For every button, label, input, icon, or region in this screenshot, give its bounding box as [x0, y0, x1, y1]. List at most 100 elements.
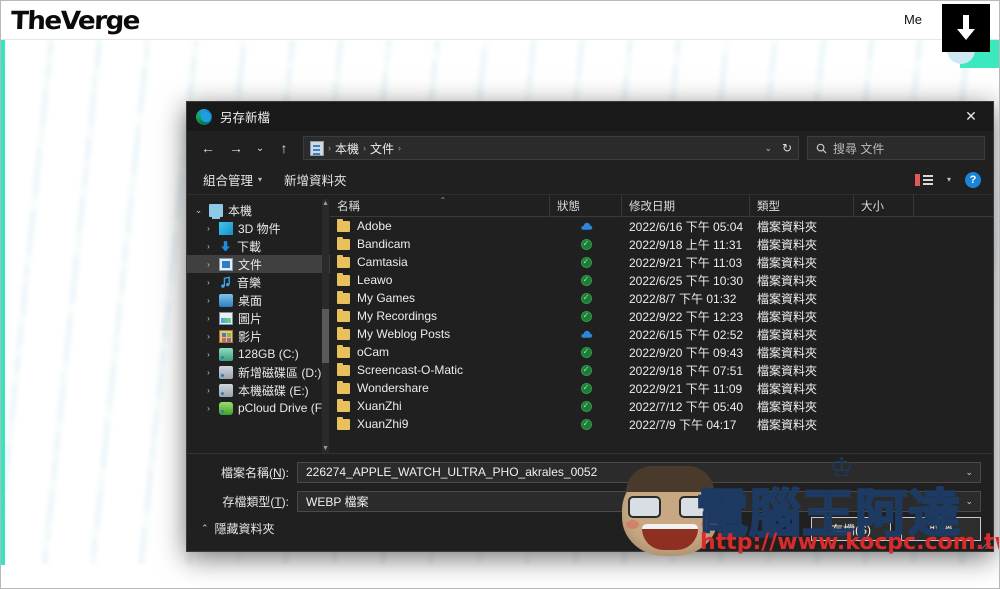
chevron-right-icon[interactable]: › — [203, 332, 214, 341]
filename-field[interactable]: 226274_APPLE_WATCH_ULTRA_PHO_akrales_005… — [297, 461, 981, 483]
scroll-down-icon[interactable]: ▼ — [322, 444, 329, 453]
sidebar-item-label: pCloud Drive (F — [238, 401, 323, 415]
pictures-icon — [219, 311, 233, 325]
column-header-state[interactable]: 狀態 — [550, 194, 622, 217]
verge-logo[interactable]: TheVerge — [10, 6, 139, 35]
table-row[interactable]: Wondershare ✓ 2022/9/21 下午 11:09 檔案資料夾 — [330, 379, 993, 397]
sidebar-item-3[interactable]: › 文件 — [187, 255, 330, 273]
page-bottom-strip — [0, 565, 1000, 589]
sidebar-item-11[interactable]: › pCloud Drive (F — [187, 399, 330, 417]
help-button[interactable]: ? — [965, 171, 981, 188]
chevron-right-icon[interactable]: › — [203, 242, 214, 251]
sync-ok-status-icon: ✓ — [580, 292, 592, 304]
music-icon — [221, 275, 230, 288]
sidebar-item-4[interactable]: › 音樂 — [187, 273, 330, 291]
table-row[interactable]: Adobe 2022/6/16 下午 05:04 檔案資料夾 — [330, 217, 993, 235]
sidebar-item-label: 本機磁碟 (E:) — [238, 383, 309, 398]
file-name: Leawo — [357, 273, 393, 287]
sidebar-item-label: 本機 — [228, 203, 253, 218]
file-state-cell: ✓ — [550, 364, 622, 376]
file-name-cell: XuanZhi — [330, 398, 550, 413]
table-row[interactable]: XuanZhi ✓ 2022/7/12 下午 05:40 檔案資料夾 — [330, 397, 993, 415]
sidebar-item-7[interactable]: › 影片 — [187, 327, 330, 345]
scroll-up-icon[interactable]: ▲ — [322, 199, 329, 208]
column-header-size[interactable]: 大小 — [854, 194, 914, 217]
view-layout-icon[interactable] — [914, 173, 933, 186]
dialog-footer: 檔案名稱(N): 226274_APPLE_WATCH_ULTRA_PHO_ak… — [187, 453, 993, 551]
toolbar-right-group: ▾ ? — [914, 171, 981, 188]
chevron-right-icon[interactable]: › — [203, 350, 214, 359]
hide-folders-toggle[interactable]: ⌃ 隱藏資料夾 — [201, 520, 275, 537]
resize-grip[interactable] — [981, 539, 991, 549]
filetype-select[interactable]: WEBP 檔案 ⌄ — [297, 490, 981, 512]
sidebar-item-9[interactable]: › 新增磁碟區 (D:) — [187, 363, 330, 381]
sidebar-item-1[interactable]: › 3D 物件 — [187, 219, 330, 237]
chevron-down-icon[interactable]: ⌄ — [965, 496, 973, 507]
table-row[interactable]: Screencast-O-Matic ✓ 2022/9/18 下午 07:51 檔案資… — [330, 361, 993, 379]
organize-button[interactable]: 組合管理 ▾ — [203, 170, 262, 189]
column-header-name[interactable]: 名稱 ⌃ — [330, 194, 550, 217]
folder-icon — [337, 362, 350, 376]
table-row[interactable]: My Weblog Posts 2022/6/15 下午 02:52 檔案資料夾 — [330, 325, 993, 343]
breadcrumb[interactable]: › 本機 › 文件 › ⌄ ↻ — [303, 136, 799, 160]
table-row[interactable]: oCam ✓ 2022/9/20 下午 09:43 檔案資料夾 — [330, 343, 993, 361]
file-name-cell: My Recordings — [330, 308, 550, 323]
breadcrumb-item-1[interactable]: 文件 — [370, 140, 394, 157]
sidebar-item-6[interactable]: › 圖片 — [187, 309, 330, 327]
nav-pane-scrollbar[interactable]: ▲ ▼ — [322, 199, 329, 453]
file-name: My Recordings — [357, 309, 438, 323]
chevron-right-icon[interactable]: › — [203, 368, 214, 377]
chevron-right-icon[interactable]: › — [203, 404, 214, 413]
search-input[interactable]: 搜尋 文件 — [807, 136, 985, 160]
sidebar-item-8[interactable]: › 128GB (C:) — [187, 345, 330, 363]
chevron-down-icon[interactable]: ⌄ — [965, 467, 973, 478]
download-arrow-icon[interactable] — [942, 4, 990, 52]
column-headers: 名稱 ⌃ 狀態 修改日期 類型 大小 — [330, 194, 993, 217]
videos-icon — [219, 329, 233, 343]
file-state-cell: ✓ — [550, 256, 622, 268]
chevron-right-icon[interactable]: › — [203, 260, 214, 269]
chevron-right-icon[interactable]: › — [203, 386, 214, 395]
sync-ok-status-icon: ✓ — [580, 382, 592, 394]
sidebar-item-label: 新增磁碟區 (D:) — [238, 365, 322, 380]
table-row[interactable]: My Games ✓ 2022/8/7 下午 01:32 檔案資料夾 — [330, 289, 993, 307]
column-header-name-label: 名稱 — [337, 200, 360, 213]
new-folder-button[interactable]: 新增資料夾 — [284, 170, 347, 189]
file-type: 檔案資料夾 — [757, 309, 818, 324]
chevron-right-icon[interactable]: › — [203, 224, 214, 233]
view-options-caret-icon[interactable]: ▾ — [947, 175, 951, 184]
chevron-right-icon[interactable]: › — [203, 314, 214, 323]
chevron-right-icon[interactable]: › — [203, 296, 214, 305]
column-header-date[interactable]: 修改日期 — [622, 194, 750, 217]
sidebar-item-2[interactable]: › 下載 — [187, 237, 330, 255]
table-row[interactable]: My Recordings ✓ 2022/9/22 下午 12:23 檔案資料夾 — [330, 307, 993, 325]
cancel-button[interactable]: 取消 — [901, 517, 981, 541]
column-header-type[interactable]: 類型 — [750, 194, 854, 217]
scrollbar-thumb[interactable] — [322, 309, 329, 363]
menu-label[interactable]: Me — [904, 12, 922, 27]
breadcrumb-item-0[interactable]: 本機 — [335, 140, 359, 157]
file-type: 檔案資料夾 — [757, 363, 818, 378]
table-row[interactable]: Bandicam ✓ 2022/9/18 上午 11:31 檔案資料夾 — [330, 235, 993, 253]
folder-icon — [337, 398, 350, 412]
up-button[interactable]: ↑ — [271, 135, 297, 161]
table-row[interactable]: Camtasia ✓ 2022/9/21 下午 11:03 檔案資料夾 — [330, 253, 993, 271]
forward-button[interactable]: → — [223, 135, 249, 161]
recent-locations-button[interactable]: ⌄ — [251, 135, 269, 161]
chevron-right-icon[interactable]: › — [203, 278, 214, 287]
close-icon[interactable]: ✕ — [949, 102, 993, 131]
chevron-down-icon[interactable]: ⌄ — [193, 205, 204, 216]
file-date: 2022/7/9 下午 04:17 — [629, 417, 737, 432]
refresh-icon[interactable]: ↻ — [782, 141, 792, 155]
table-row[interactable]: Leawo ✓ 2022/6/25 下午 10:30 檔案資料夾 — [330, 271, 993, 289]
sync-ok-status-icon: ✓ — [580, 400, 592, 412]
file-name-cell: Leawo — [330, 272, 550, 287]
sidebar-item-10[interactable]: › 本機磁碟 (E:) — [187, 381, 330, 399]
sidebar-item-0[interactable]: ⌄ 本機 — [187, 201, 330, 219]
dialog-navbar: ← → ⌄ ↑ › 本機 › 文件 › ⌄ ↻ 搜尋 文件 — [187, 131, 993, 165]
sidebar-item-5[interactable]: › 桌面 — [187, 291, 330, 309]
chevron-down-icon[interactable]: ⌄ — [764, 143, 772, 154]
back-button[interactable]: ← — [195, 135, 221, 161]
table-row[interactable]: XuanZhi9 ✓ 2022/7/9 下午 04:17 檔案資料夾 — [330, 415, 993, 433]
save-button[interactable]: 存檔(S) — [811, 517, 891, 541]
